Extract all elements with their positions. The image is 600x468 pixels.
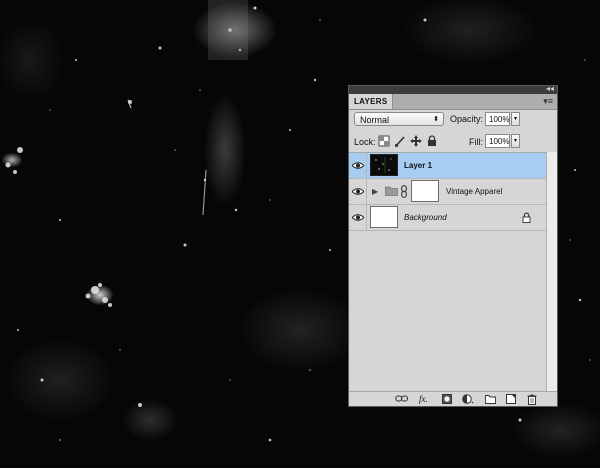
visibility-toggle[interactable]: [349, 179, 367, 204]
adjustment-layer-icon[interactable]: [462, 394, 474, 404]
new-group-icon[interactable]: [485, 394, 496, 404]
mask-thumbnail[interactable]: [411, 180, 439, 202]
tab-layers[interactable]: LAYERS: [349, 94, 393, 109]
opacity-input[interactable]: 100%: [485, 112, 510, 126]
fill-dropdown-arrow-icon[interactable]: ▾: [511, 134, 520, 148]
lock-position-move-icon[interactable]: [410, 135, 422, 147]
fill-input[interactable]: 100%: [485, 134, 510, 148]
layer-row-layer-1[interactable]: Layer 1: [349, 153, 546, 179]
select-arrows-icon: ⬍: [433, 116, 439, 123]
trash-icon[interactable]: [527, 394, 537, 405]
layer-row-background[interactable]: Background: [349, 205, 546, 231]
eye-icon: [352, 188, 364, 195]
folder-icon: [384, 186, 399, 198]
layers-list: Layer 1 ▶ Vintage Apparel Background: [349, 152, 546, 393]
mask-link-chain-icon[interactable]: [401, 185, 407, 200]
layer-thumbnail: [370, 154, 398, 176]
lock-transparency-icon[interactable]: [378, 135, 390, 147]
blend-mode-select[interactable]: Normal ⬍: [354, 112, 444, 126]
fx-icon[interactable]: fx.: [419, 394, 429, 404]
layer-name[interactable]: Background: [404, 213, 447, 223]
lock-icon: [522, 212, 531, 225]
eye-icon: [352, 162, 364, 169]
expand-triangle-icon[interactable]: ▶: [372, 187, 378, 197]
layers-scrollbar[interactable]: [546, 152, 557, 392]
fill-label: Fill:: [469, 137, 483, 147]
add-mask-icon[interactable]: [442, 394, 452, 404]
eye-icon: [352, 214, 364, 221]
layer-thumbnail: [370, 206, 398, 228]
layer-row-vintage-apparel[interactable]: ▶ Vintage Apparel: [349, 179, 546, 205]
blend-mode-value: Normal: [360, 115, 390, 125]
panel-tab-bar: LAYERS ▾≡: [349, 94, 557, 110]
lock-all-icon[interactable]: [426, 135, 438, 147]
layer-name[interactable]: Vintage Apparel: [446, 187, 502, 197]
opacity-dropdown-arrow-icon[interactable]: ▾: [511, 112, 520, 126]
visibility-toggle[interactable]: [349, 205, 367, 230]
lock-pixels-brush-icon[interactable]: [394, 135, 406, 148]
collapse-arrows-icon[interactable]: ◂◂: [546, 84, 554, 94]
panel-menu-icon[interactable]: ▾≡: [543, 96, 553, 106]
layer-name[interactable]: Layer 1: [404, 161, 432, 171]
lock-label: Lock:: [354, 137, 376, 147]
panel-title-bar[interactable]: ◂◂: [349, 84, 557, 94]
visibility-toggle[interactable]: [349, 153, 367, 178]
opacity-label: Opacity:: [450, 114, 484, 124]
new-layer-icon[interactable]: [506, 394, 516, 404]
layers-panel: ◂◂ LAYERS ▾≡ Normal ⬍ Opacity: 100% ▾ Lo…: [348, 84, 558, 407]
link-layers-icon[interactable]: [395, 394, 409, 404]
panel-footer: fx.: [349, 391, 557, 406]
